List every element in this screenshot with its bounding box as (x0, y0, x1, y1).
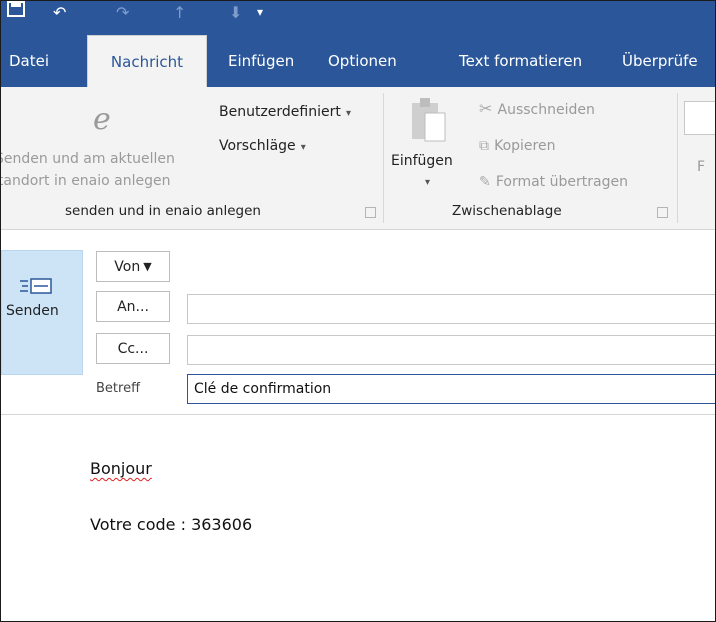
send-envelope-icon (20, 277, 54, 299)
outlook-compose-window: ↶ ↷ ↑ ⬇ ▾ Datei Nachricht Einfügen Optio… (0, 0, 716, 622)
up-arrow-icon[interactable]: ↑ (173, 3, 186, 22)
down-arrow-icon[interactable]: ⬇ (229, 3, 242, 22)
send-to-enaio-label-line2: Standort in enaio anlegen (0, 173, 171, 189)
clipboard-group-label: Zwischenablage (452, 203, 562, 219)
dialog-launcher-icon[interactable] (657, 207, 668, 218)
bold-button[interactable]: F (697, 159, 705, 175)
brush-icon: ✎ (479, 174, 491, 190)
tab-text-formatieren[interactable]: Text formatieren (459, 35, 582, 87)
tab-datei[interactable]: Datei (9, 35, 49, 87)
tab-nachricht[interactable]: Nachricht (87, 35, 207, 89)
body-line-greeting: Bonjour (90, 459, 152, 478)
enaio-logo-icon: e (89, 102, 127, 137)
suggestions-dropdown[interactable]: Vorschläge ▾ (219, 135, 306, 154)
to-field[interactable] (187, 294, 715, 324)
undo-icon[interactable]: ↶ (53, 3, 66, 22)
dialog-launcher-icon[interactable] (365, 207, 376, 218)
subject-value: Clé de confirmation (194, 381, 332, 397)
cut-button[interactable]: ✂ Ausschneiden (479, 99, 595, 118)
copy-icon: ⧉ (479, 138, 489, 154)
cc-label: Cc... (117, 340, 149, 357)
copy-label: Kopieren (494, 138, 556, 154)
send-to-enaio-button[interactable]: Senden und am aktuellen Standort in enai… (1, 147, 213, 193)
chevron-down-icon: ▾ (300, 142, 306, 153)
font-name-box[interactable] (684, 101, 715, 135)
send-to-enaio-label-line1: Senden und am aktuellen (0, 151, 175, 167)
save-icon[interactable] (7, 1, 25, 21)
ribbon-panel: e Senden und am aktuellen Standort in en… (1, 87, 715, 230)
send-button[interactable]: Senden (1, 250, 83, 375)
subject-label: Betreff (96, 381, 141, 396)
tab-optionen[interactable]: Optionen (328, 35, 397, 87)
custom-dropdown[interactable]: Benutzerdefiniert ▾ (219, 101, 351, 120)
chevron-down-icon: ▾ (425, 177, 431, 188)
chevron-down-icon: ▼ (143, 260, 152, 273)
tab-einfuegen[interactable]: Einfügen (228, 35, 294, 87)
format-painter-button[interactable]: ✎ Format übertragen (479, 171, 628, 190)
tab-ueberpruefen[interactable]: Überprüfe (622, 35, 698, 87)
redo-icon[interactable]: ↷ (116, 3, 129, 22)
send-label: Senden (6, 303, 59, 319)
customize-icon[interactable]: ▾ (257, 5, 263, 19)
copy-button[interactable]: ⧉ Kopieren (479, 135, 555, 154)
quick-access-toolbar: ↶ ↷ ↑ ⬇ ▾ (1, 1, 715, 35)
custom-label: Benutzerdefiniert (219, 104, 341, 120)
body-line-code: Votre code : 363606 (90, 515, 253, 534)
to-label: An... (117, 298, 149, 315)
enaio-group-label: senden und in enaio anlegen (65, 203, 261, 219)
to-button[interactable]: An... (96, 291, 170, 322)
suggestions-label: Vorschläge (219, 138, 296, 154)
from-label: Von (114, 258, 141, 275)
from-button[interactable]: Von ▼ (96, 251, 170, 282)
message-body[interactable]: Bonjour Votre code : 363606 (1, 415, 715, 621)
ribbon-tab-bar: Datei Nachricht Einfügen Optionen Text f… (1, 35, 715, 89)
svg-text:e: e (93, 105, 111, 133)
paste-label: Einfügen (391, 153, 453, 169)
cc-field[interactable] (187, 335, 715, 365)
paste-button[interactable]: Einfügen ▾ (387, 149, 471, 199)
format-painter-label: Format übertragen (495, 174, 628, 190)
group-separator (677, 93, 678, 223)
cc-button[interactable]: Cc... (96, 333, 170, 364)
subject-field[interactable]: Clé de confirmation (187, 374, 715, 404)
scissors-icon: ✂ (479, 99, 493, 118)
clipboard-paste-icon (408, 95, 448, 151)
group-separator (383, 93, 384, 223)
chevron-down-icon: ▾ (345, 108, 351, 119)
cut-label: Ausschneiden (497, 102, 595, 118)
